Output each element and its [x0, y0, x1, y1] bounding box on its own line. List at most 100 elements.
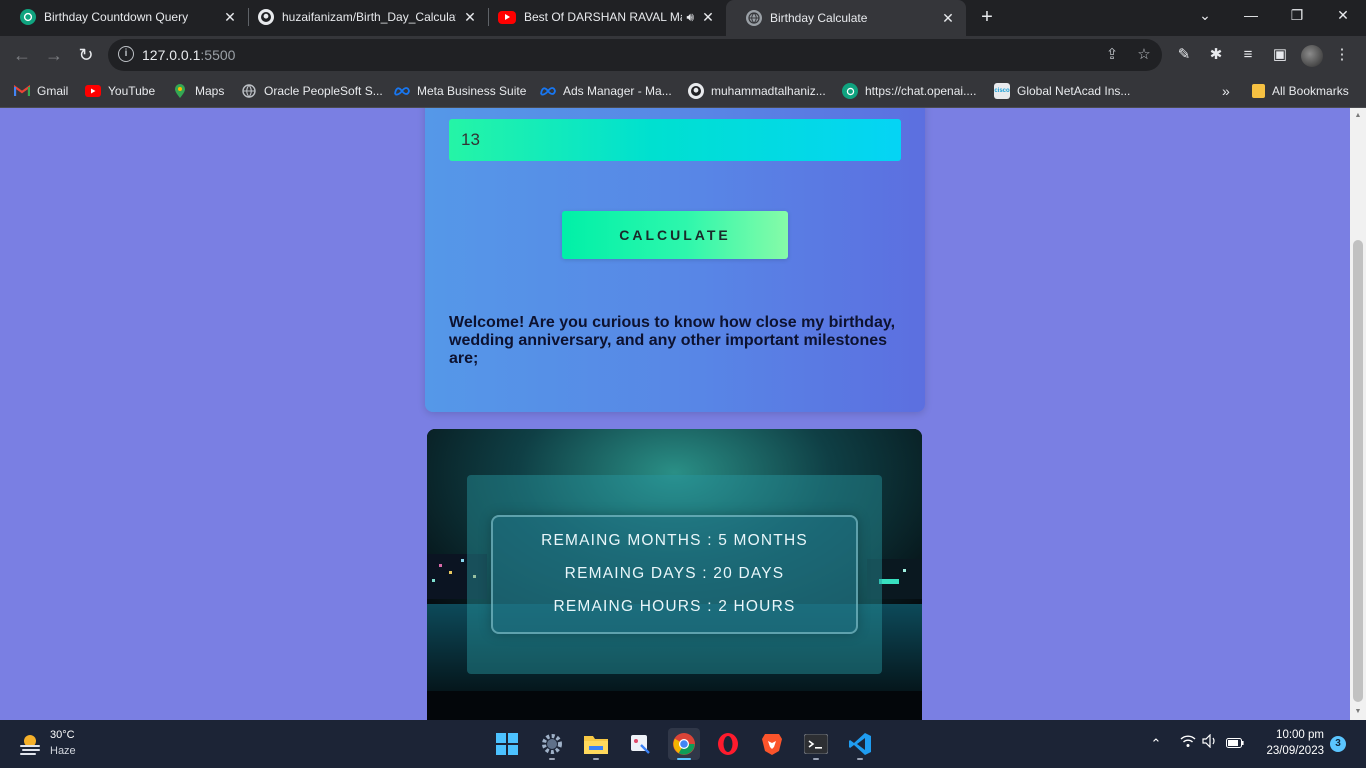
weather-haze-icon[interactable]: [18, 733, 42, 755]
minimize-button[interactable]: —: [1228, 0, 1274, 30]
close-tab-icon[interactable]: ✕: [222, 9, 238, 25]
maps-icon: [172, 83, 188, 99]
github-icon: [688, 83, 704, 99]
weather-temperature[interactable]: 30°C: [50, 729, 75, 741]
bookmark-muhammadtalhaniz[interactable]: muhammadtalhaniz...: [688, 81, 826, 101]
tab-best-of-darshan-raval[interactable]: Best Of DARSHAN RAVAL Ma 🔊︎ ✕: [478, 0, 726, 34]
close-window-button[interactable]: ✕: [1320, 0, 1366, 30]
results-glass-panel: REMAING MONTHS : 5 MONTHS REMAING DAYS :…: [467, 475, 882, 674]
chrome-icon: [673, 733, 695, 755]
close-tab-icon[interactable]: ✕: [700, 9, 716, 25]
result-card: REMAING MONTHS : 5 MONTHS REMAING DAYS :…: [427, 429, 922, 720]
meta-icon: [540, 83, 556, 99]
bookmark-oracle-peoplesoft[interactable]: Oracle PeopleSoft S...: [241, 81, 383, 101]
taskbar-settings[interactable]: [536, 728, 568, 760]
url-host: 127.0.0.1: [142, 47, 201, 63]
page-scrollbar[interactable]: ▲ ▼: [1350, 108, 1366, 720]
site-info-icon[interactable]: i: [118, 46, 134, 62]
bookmark-youtube[interactable]: YouTube: [85, 81, 155, 101]
running-indicator: [857, 758, 863, 760]
audio-playing-icon[interactable]: 🔊︎: [686, 10, 694, 25]
taskbar-chrome[interactable]: [668, 728, 700, 760]
share-icon[interactable]: ⇪: [1102, 45, 1122, 65]
year-input[interactable]: 13: [449, 119, 901, 161]
brave-lion-icon: [762, 734, 782, 755]
remaining-days-text: REMAING DAYS : 20 DAYS: [564, 565, 785, 582]
restore-button[interactable]: ❐: [1274, 0, 1320, 30]
bookmarks-overflow-button[interactable]: »: [1222, 81, 1230, 101]
reload-button[interactable]: ↻: [74, 43, 98, 67]
volume-icon[interactable]: [1200, 733, 1220, 754]
bookmark-label: muhammadtalhaniz...: [711, 84, 826, 98]
tab-github-birth-day-calculator[interactable]: huzaifanizam/Birth_Day_Calculator ✕: [238, 0, 488, 34]
taskbar-opera[interactable]: [712, 728, 744, 760]
bookmark-label: Meta Business Suite: [417, 84, 527, 98]
scroll-up-arrow-icon[interactable]: ▲: [1354, 112, 1362, 120]
notification-badge[interactable]: 3: [1330, 736, 1346, 752]
windows-taskbar: 30°C Haze ⌃ 10:00 pm 23/09/2023 3: [0, 720, 1366, 768]
wifi-icon[interactable]: [1178, 734, 1198, 754]
cisco-icon: cisco: [994, 83, 1010, 99]
taskbar-file-explorer[interactable]: [580, 728, 612, 760]
bookmark-gmail[interactable]: Gmail: [14, 81, 68, 101]
folder-icon: [1252, 84, 1265, 98]
url-port: :5500: [200, 47, 236, 63]
bookmark-label: https://chat.openai....: [865, 84, 977, 98]
media-controls-icon[interactable]: ≡: [1238, 45, 1258, 65]
close-tab-icon[interactable]: ✕: [462, 9, 478, 25]
bookmark-chat-openai[interactable]: https://chat.openai....: [842, 81, 976, 101]
youtube-icon: [498, 10, 516, 24]
bookmark-label: All Bookmarks: [1272, 84, 1349, 98]
bookmark-meta-business-suite[interactable]: Meta Business Suite: [394, 81, 526, 101]
tab-title: Birthday Countdown Query: [44, 10, 189, 24]
taskbar-snipping-tool[interactable]: [624, 728, 656, 760]
bookmark-global-netacad[interactable]: cisco Global NetAcad Ins...: [994, 81, 1130, 101]
gmail-icon: [14, 83, 30, 99]
extensions-icon[interactable]: ✱: [1206, 45, 1226, 65]
new-tab-button[interactable]: +: [976, 6, 998, 28]
remaining-hours-text: REMAING HOURS : 2 HOURS: [553, 598, 796, 615]
side-panel-icon[interactable]: ▣: [1270, 45, 1290, 65]
tab-birthday-calculate[interactable]: Birthday Calculate ✕: [726, 0, 966, 36]
scrollbar-thumb[interactable]: [1353, 240, 1363, 702]
tab-birthday-countdown-query[interactable]: Birthday Countdown Query ✕: [0, 0, 248, 34]
bookmark-label: Global NetAcad Ins...: [1017, 84, 1131, 98]
running-indicator: [677, 758, 691, 760]
scroll-down-arrow-icon[interactable]: ▼: [1354, 708, 1362, 716]
start-button[interactable]: [491, 728, 523, 760]
tray-overflow-chevron-icon[interactable]: ⌃: [1146, 734, 1166, 754]
battery-icon[interactable]: [1225, 734, 1245, 754]
all-bookmarks-button[interactable]: All Bookmarks: [1252, 81, 1349, 101]
meta-icon: [394, 83, 410, 99]
bookmark-label: Maps: [195, 84, 225, 98]
running-indicator: [549, 758, 555, 760]
close-tab-icon[interactable]: ✕: [940, 10, 956, 26]
forward-button[interactable]: →: [42, 43, 66, 67]
tab-search-icon[interactable]: ⌄: [1182, 0, 1228, 30]
clock-date[interactable]: 23/09/2023: [1256, 745, 1324, 757]
bookmark-ads-manager[interactable]: Ads Manager - Ma...: [540, 81, 672, 101]
taskbar-terminal[interactable]: [800, 728, 832, 760]
profile-avatar[interactable]: [1301, 45, 1323, 67]
eyedropper-extension-icon[interactable]: ✎: [1174, 45, 1194, 65]
taskbar-brave[interactable]: [756, 728, 788, 760]
bookmark-star-icon[interactable]: ☆: [1134, 45, 1154, 65]
page-viewport: 13 CALCULATE Welcome! Are you curious to…: [0, 108, 1350, 720]
folder-icon: [584, 736, 608, 754]
bookmarks-bar: Gmail YouTube Maps Oracle PeopleSoft S..…: [0, 74, 1366, 108]
taskbar-vscode[interactable]: [844, 728, 876, 760]
weather-condition[interactable]: Haze: [50, 745, 76, 757]
address-bar[interactable]: i 127.0.0.1:5500 ⇪ ☆: [108, 39, 1162, 71]
bookmark-maps[interactable]: Maps: [172, 81, 224, 101]
tab-strip: Birthday Countdown Query ✕ huzaifanizam/…: [0, 0, 1366, 36]
github-icon: [258, 9, 274, 25]
running-indicator: [593, 758, 599, 760]
url-text[interactable]: 127.0.0.1:5500: [142, 47, 235, 63]
chatgpt-icon: [842, 83, 858, 99]
globe-icon: [746, 10, 762, 26]
tab-title: huzaifanizam/Birth_Day_Calculator: [282, 10, 456, 24]
calculate-button[interactable]: CALCULATE: [562, 211, 788, 259]
back-button[interactable]: ←: [10, 43, 34, 67]
menu-kebab-icon[interactable]: ⋮: [1332, 45, 1352, 65]
clock-time[interactable]: 10:00 pm: [1262, 729, 1324, 741]
